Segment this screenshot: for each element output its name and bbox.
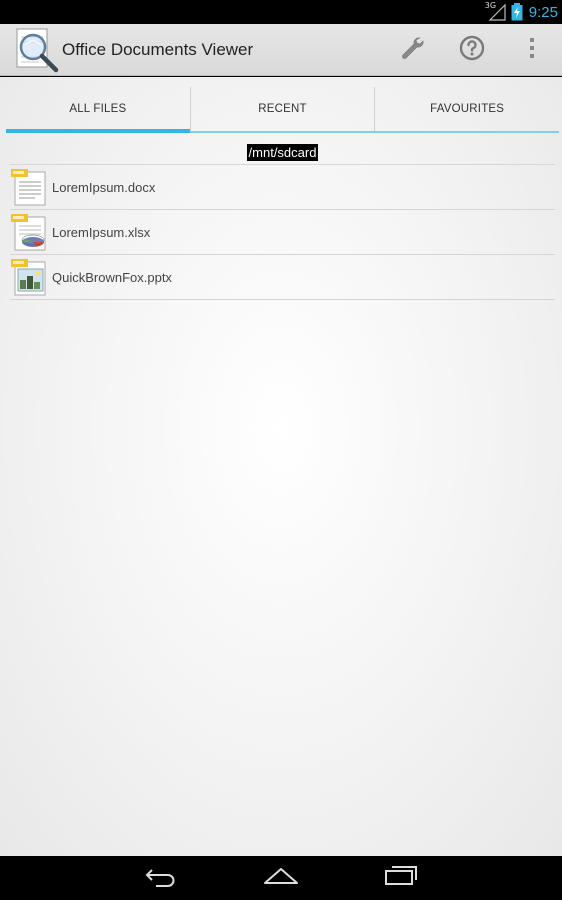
back-button[interactable] — [101, 856, 221, 900]
current-path-row: /mnt/sdcard — [10, 141, 555, 165]
file-list: LoremIpsum.docx LoremIpsum.xlsx QuickBro… — [10, 165, 555, 300]
docx-file-icon — [11, 168, 47, 206]
file-row-docx[interactable]: LoremIpsum.docx — [10, 165, 555, 210]
app-title: Office Documents Viewer — [62, 39, 254, 59]
cell-signal-icon: 3G — [484, 1, 507, 21]
back-icon — [144, 865, 178, 891]
home-icon — [263, 865, 299, 891]
status-clock: 9:25 — [528, 3, 558, 21]
network-type: 3G — [484, 1, 497, 10]
tab-all-files[interactable]: ALL FILES — [6, 87, 190, 133]
tab-bar: ALL FILES RECENT FAVOURITES — [6, 87, 559, 133]
battery-icon — [511, 3, 523, 21]
file-name: LoremIpsum.docx — [52, 179, 156, 195]
overflow-menu-icon — [528, 37, 536, 63]
action-bar-actions — [382, 24, 562, 75]
current-path: /mnt/sdcard — [246, 144, 319, 161]
help-icon — [459, 35, 485, 65]
status-bar: 3G 9:25 — [0, 0, 562, 24]
recent-apps-icon — [384, 865, 418, 891]
action-bar: Office Documents Viewer — [0, 24, 562, 76]
navigation-bar — [0, 856, 562, 900]
xlsx-file-icon — [11, 213, 47, 251]
wrench-icon — [399, 35, 425, 65]
main-content: ALL FILES RECENT FAVOURITES /mnt/sdcard … — [0, 77, 562, 856]
home-button[interactable] — [221, 856, 341, 900]
overflow-menu-button[interactable] — [502, 24, 562, 75]
file-row-pptx[interactable]: QuickBrownFox.pptx — [10, 255, 555, 300]
file-name: QuickBrownFox.pptx — [52, 269, 172, 285]
pptx-file-icon — [11, 258, 47, 296]
file-row-xlsx[interactable]: LoremIpsum.xlsx — [10, 210, 555, 255]
file-name: LoremIpsum.xlsx — [52, 224, 151, 240]
tab-recent[interactable]: RECENT — [189, 87, 375, 131]
recent-apps-button[interactable] — [341, 856, 461, 900]
settings-button[interactable] — [382, 24, 442, 75]
tab-favourites[interactable]: FAVOURITES — [374, 87, 559, 131]
help-button[interactable] — [442, 24, 502, 75]
app-logo-icon[interactable] — [14, 27, 60, 73]
